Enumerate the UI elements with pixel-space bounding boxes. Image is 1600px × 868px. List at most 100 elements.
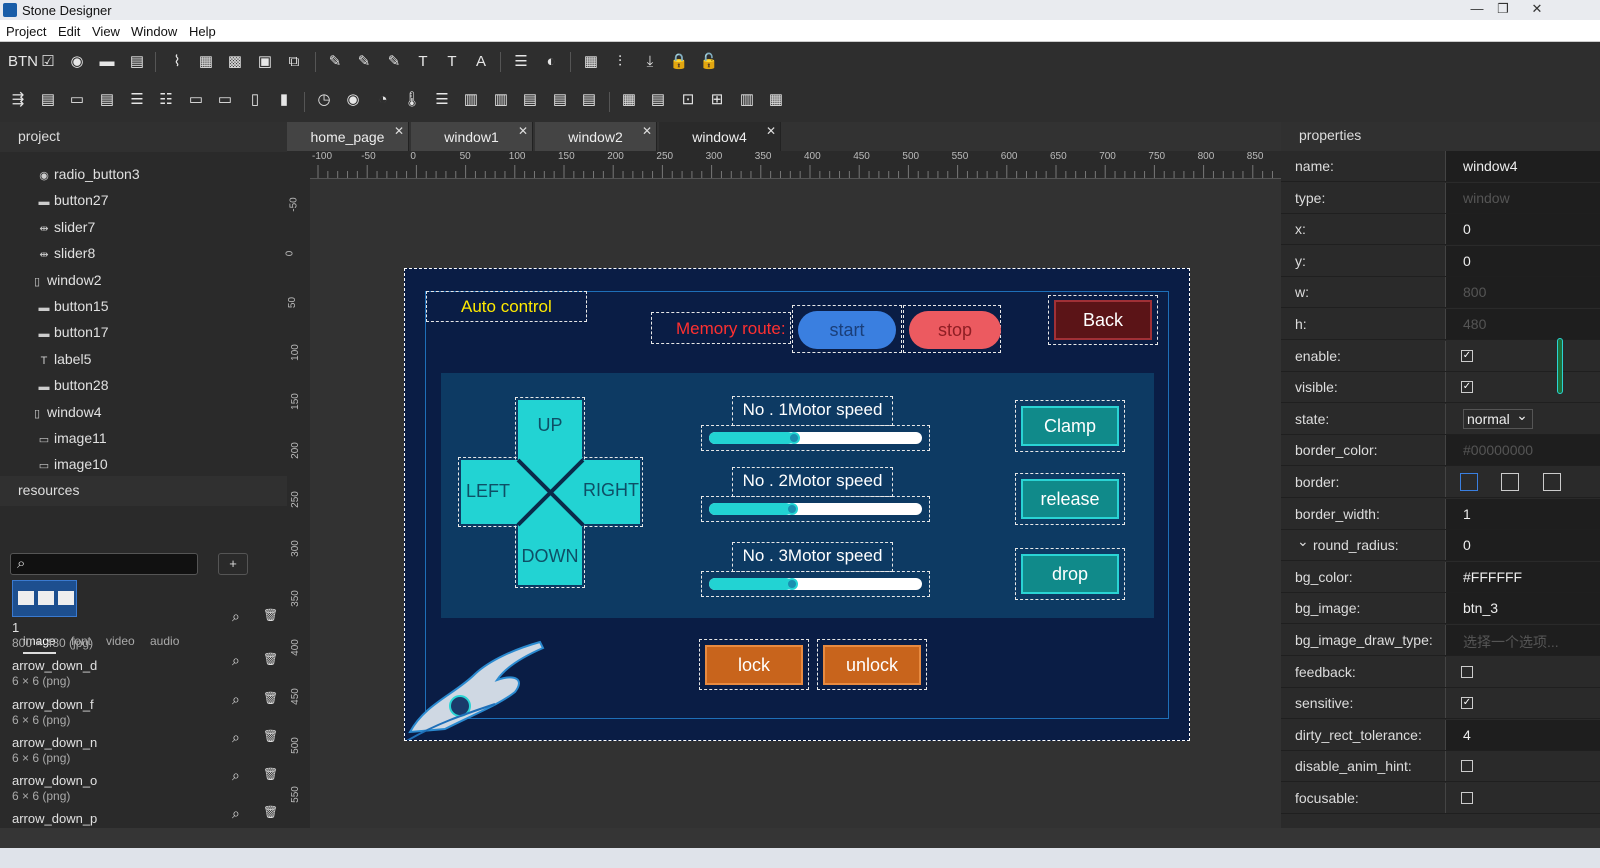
screen-icon[interactable]: ▭ [186, 90, 206, 110]
asset-name[interactable]: 1 [12, 620, 19, 635]
list-view-icon[interactable]: ▤ [97, 90, 117, 110]
tree-item-slider7[interactable]: ⇹ slider7 [37, 219, 95, 235]
property-checkbox-cell[interactable]: ✓ [1445, 688, 1600, 719]
border-selector[interactable] [1445, 467, 1600, 497]
property-input[interactable]: 选择一个选项... [1445, 625, 1600, 655]
tab-home_page[interactable]: home_page ✕ [287, 122, 409, 151]
asset-delete-icon[interactable]: 🗑 [263, 805, 278, 819]
tuner-icon[interactable]: ▦ [581, 52, 601, 72]
contrast-icon[interactable]: ◐ [541, 52, 561, 72]
property-input[interactable]: 4 [1445, 719, 1600, 750]
resource-tab-audio[interactable]: audio [150, 630, 179, 654]
asset-delete-icon[interactable]: 🗑 [263, 608, 278, 622]
slider-knob[interactable] [786, 578, 799, 590]
unlock-icon[interactable]: 🔓 [699, 52, 719, 72]
slider-knob[interactable] [786, 503, 799, 515]
column-layout-icon[interactable]: ▥ [491, 90, 511, 110]
property-checkbox[interactable]: ✓ [1461, 349, 1473, 362]
tree-item-window4[interactable]: ▯ window4 [30, 404, 102, 420]
tab-window4[interactable]: window4 ✕ [659, 122, 781, 151]
numbered-list-icon[interactable]: ☷ [156, 90, 176, 110]
menu-help[interactable]: Help [189, 24, 216, 39]
asset-name[interactable]: arrow_down_d [12, 658, 97, 673]
back-button[interactable]: Back [1054, 300, 1152, 340]
state-select[interactable]: normal ⌄ [1445, 403, 1600, 434]
asset-name[interactable]: arrow_down_n [12, 735, 97, 750]
property-checkbox-cell[interactable]: ✓ [1445, 372, 1600, 403]
property-input[interactable]: window [1445, 182, 1600, 213]
menu-project[interactable]: Project [6, 24, 46, 39]
border-option-icon[interactable] [1543, 473, 1561, 491]
asset-delete-icon[interactable]: 🗑 [263, 691, 278, 705]
property-input[interactable]: #FFFFFF [1445, 561, 1600, 592]
tree-item-button27[interactable]: ▬ button27 [37, 192, 109, 208]
property-checkbox[interactable]: ✓ [1461, 697, 1473, 710]
menu-window[interactable]: Window [131, 24, 177, 39]
asset-preview-icon[interactable]: ⌕ [232, 767, 240, 784]
tree-item-button15[interactable]: ▬ button15 [37, 298, 109, 314]
qrcode-icon[interactable]: ▦ [766, 90, 786, 110]
crop-icon[interactable]: ⊡ [678, 90, 698, 110]
property-input[interactable]: 800 [1445, 277, 1600, 308]
arrow-widget-icon[interactable]: ⇶ [8, 90, 28, 110]
chevron-down-icon[interactable]: ⌄ [1297, 533, 1309, 550]
edit-area-icon[interactable]: ✎ [384, 52, 404, 72]
label-box-icon[interactable]: T [442, 52, 462, 72]
border-option-icon[interactable] [1460, 473, 1478, 491]
asset-preview-icon[interactable]: ⌕ [232, 608, 240, 625]
table-rows-icon[interactable]: ☰ [432, 90, 452, 110]
tab-close-icon[interactable]: ✕ [642, 116, 652, 146]
edit-multiline-icon[interactable]: ✎ [354, 52, 374, 72]
property-input[interactable]: 0 [1445, 530, 1600, 561]
slider-knob[interactable] [788, 432, 801, 444]
property-checkbox-cell[interactable] [1445, 656, 1600, 687]
property-checkbox-cell[interactable] [1445, 783, 1600, 813]
download-icon[interactable]: ⤓ [640, 52, 660, 72]
property-checkbox[interactable] [1461, 760, 1473, 773]
lock-icon[interactable]: 🔒 [669, 52, 689, 72]
screen-stand-icon[interactable]: ▭ [215, 90, 235, 110]
property-input[interactable]: #00000000 [1445, 435, 1600, 466]
meter-icon[interactable]: ◉ [343, 90, 363, 110]
image-widget-icon[interactable]: ▣ [255, 52, 275, 72]
tab-window2[interactable]: window2 ✕ [535, 122, 657, 151]
lock-button[interactable]: lock [705, 645, 803, 685]
toggle-widget-icon[interactable]: ▬ [97, 52, 117, 72]
tab-window1[interactable]: window1 ✕ [411, 122, 533, 151]
property-input[interactable]: 0 [1445, 245, 1600, 276]
tab-close-icon[interactable]: ✕ [518, 116, 528, 146]
tree-item-button17[interactable]: ▬ button17 [37, 324, 109, 340]
row-layout-icon[interactable]: ▤ [520, 90, 540, 110]
tab-widget-icon[interactable]: ▤ [38, 90, 58, 110]
gif-image-icon[interactable]: ▦ [196, 52, 216, 72]
radio-widget-icon[interactable]: ◉ [67, 52, 87, 72]
label-widget-icon[interactable]: T [413, 52, 433, 72]
motor-speed-slider[interactable] [709, 503, 922, 515]
table-columns-icon[interactable]: ▥ [461, 90, 481, 110]
document-icon[interactable]: ▤ [648, 90, 668, 110]
asset-name[interactable]: arrow_down_p [12, 811, 97, 826]
property-checkbox[interactable]: ✓ [1461, 381, 1473, 394]
sliders-icon[interactable]: ⫶ [610, 52, 630, 72]
property-input[interactable]: btn_3 [1445, 593, 1600, 624]
asset-delete-icon[interactable]: 🗑 [263, 767, 278, 781]
minimize-button[interactable]: — [1466, 1, 1488, 17]
asset-preview-icon[interactable]: ⌕ [232, 805, 240, 822]
properties-scrollbar[interactable] [1557, 338, 1563, 394]
asset-delete-icon[interactable]: 🗑 [263, 652, 278, 666]
asset-name[interactable]: arrow_down_f [12, 697, 94, 712]
checkbox-widget-icon[interactable]: ☑ [38, 52, 58, 72]
progress-vertical-icon[interactable]: ▯ [245, 90, 265, 110]
font-text-icon[interactable]: A [471, 52, 491, 72]
menu-edit[interactable]: Edit [58, 24, 80, 39]
barcode-icon[interactable]: ▥ [737, 90, 757, 110]
resource-tab-video[interactable]: video [106, 630, 135, 654]
menu-settings-icon[interactable]: ☰ [511, 52, 531, 72]
dpad-up-button[interactable]: UP [518, 415, 582, 436]
panel-icon[interactable]: ▭ [67, 90, 87, 110]
asset-thumbnail[interactable] [12, 580, 77, 617]
motor-speed-slider[interactable] [709, 432, 922, 444]
fit-icon[interactable]: ⊞ [707, 90, 727, 110]
clock-icon[interactable]: ◷ [314, 90, 334, 110]
svg-image-icon[interactable]: ▩ [225, 52, 245, 72]
